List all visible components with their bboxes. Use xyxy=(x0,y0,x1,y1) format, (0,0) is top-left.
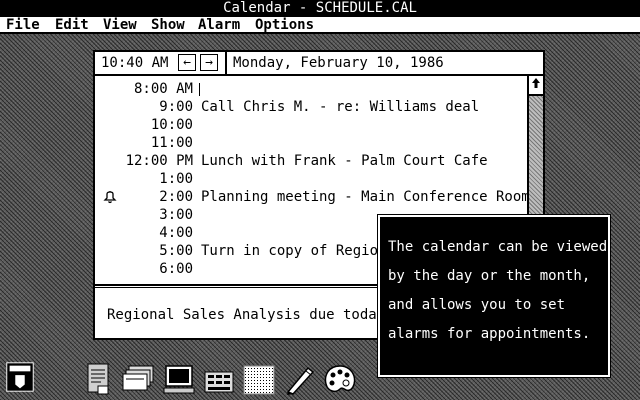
calendar-date: Monday, February 10, 1986 xyxy=(233,55,444,71)
appointment[interactable]: Call Chris M. - re: Williams deal xyxy=(201,98,479,116)
paint-canvas-icon[interactable] xyxy=(242,362,276,396)
tooltip-line: The calendar can be viewed xyxy=(388,239,608,255)
scroll-up-button[interactable] xyxy=(529,76,543,96)
time-slot: 6:00 xyxy=(159,261,193,277)
menu-bar: File Edit View Show Alarm Options xyxy=(0,17,640,34)
menu-alarm[interactable]: Alarm xyxy=(198,17,240,33)
next-day-button[interactable]: → xyxy=(200,54,218,71)
time-slot: 1:00 xyxy=(159,171,193,187)
header-divider xyxy=(225,52,227,74)
text-cursor xyxy=(199,83,200,96)
appointment[interactable]: Turn in copy of Regional xyxy=(201,242,403,260)
previous-day-button[interactable]: ← xyxy=(178,54,196,71)
calendar-header: 10:40 AM ← → Monday, February 10, 1986 xyxy=(95,52,543,76)
left-arrow-icon: ← xyxy=(183,55,191,70)
time-slot: 10:00 xyxy=(150,117,193,133)
write-pen-icon[interactable] xyxy=(284,362,318,396)
appointment[interactable]: Planning meeting - Main Conference Room xyxy=(201,188,530,206)
help-tooltip: The calendar can be viewed by the day or… xyxy=(377,214,611,378)
appointment[interactable]: Lunch with Frank - Palm Court Cafe xyxy=(201,152,488,170)
tooltip-line: alarms for appointments. xyxy=(388,326,591,342)
time-slot: 3:00 xyxy=(159,207,193,223)
time-slot: 5:00 xyxy=(159,243,193,259)
tooltip-line: and allows you to set xyxy=(388,297,566,313)
menu-edit[interactable]: Edit xyxy=(55,17,89,33)
paint-palette-icon[interactable] xyxy=(322,362,358,396)
time-slot: 11:00 xyxy=(150,135,193,151)
menu-show[interactable]: Show xyxy=(151,17,185,33)
time-slot: 8:00 AM xyxy=(133,81,193,97)
notes-area[interactable]: Regional Sales Analysis due today! xyxy=(107,306,394,324)
time-slot: 4:00 xyxy=(159,225,193,241)
menu-options[interactable]: Options xyxy=(255,17,314,33)
schedule-row[interactable]: 9:00 Call Chris M. - re: Williams deal xyxy=(95,98,527,116)
schedule-row[interactable]: 10:00 xyxy=(95,116,527,134)
cardfile-icon[interactable] xyxy=(120,362,156,396)
terminal-icon[interactable] xyxy=(162,362,196,396)
current-time: 10:40 AM xyxy=(101,55,169,71)
schedule-row[interactable]: 2:00 Planning meeting - Main Conference … xyxy=(95,188,530,206)
calculator-icon[interactable] xyxy=(202,362,236,396)
time-slot: 12:00 PM xyxy=(125,153,193,169)
menu-view[interactable]: View xyxy=(103,17,137,33)
up-arrow-icon xyxy=(532,78,540,88)
title-bar[interactable]: Calendar - SCHEDULE.CAL xyxy=(0,0,640,17)
right-arrow-icon: → xyxy=(205,55,213,70)
menu-file[interactable]: File xyxy=(6,17,40,33)
time-slot: 2:00 xyxy=(159,189,193,205)
tooltip-line: by the day or the month, xyxy=(388,268,591,284)
notepad-icon[interactable] xyxy=(86,362,112,396)
schedule-row[interactable]: 8:00 AM xyxy=(95,80,527,98)
schedule-row[interactable]: 1:00 xyxy=(95,170,527,188)
time-slot: 9:00 xyxy=(159,99,193,115)
ms-dos-executive-icon[interactable] xyxy=(3,360,37,394)
window-title: Calendar - SCHEDULE.CAL xyxy=(223,0,417,16)
schedule-row[interactable]: 12:00 PM Lunch with Frank - Palm Court C… xyxy=(95,152,527,170)
schedule-row[interactable]: 11:00 xyxy=(95,134,527,152)
